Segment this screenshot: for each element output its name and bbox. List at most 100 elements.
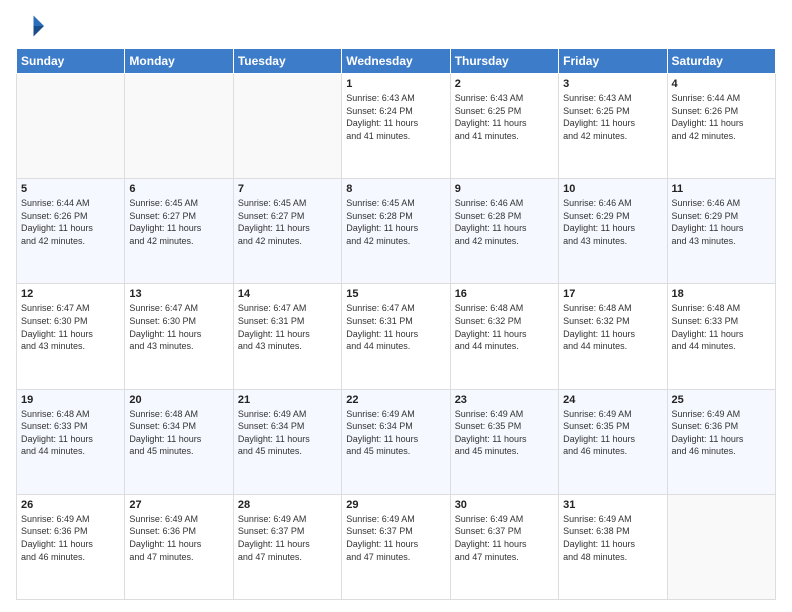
day-cell: 2 Sunrise: 6:43 AM Sunset: 6:25 PM Daylig… bbox=[450, 74, 558, 179]
day-info: Sunrise: 6:49 AM Sunset: 6:36 PM Dayligh… bbox=[21, 513, 120, 563]
day-cell: 31 Sunrise: 6:49 AM Sunset: 6:38 PM Dayli… bbox=[559, 494, 667, 599]
logo-icon bbox=[16, 12, 44, 40]
day-info: Sunrise: 6:44 AM Sunset: 6:26 PM Dayligh… bbox=[672, 92, 771, 142]
weekday-header-row: SundayMondayTuesdayWednesdayThursdayFrid… bbox=[17, 49, 776, 74]
day-number: 8 bbox=[346, 183, 445, 195]
day-cell: 14 Sunrise: 6:47 AM Sunset: 6:31 PM Dayli… bbox=[233, 284, 341, 389]
day-cell: 19 Sunrise: 6:48 AM Sunset: 6:33 PM Dayli… bbox=[17, 389, 125, 494]
day-info: Sunrise: 6:46 AM Sunset: 6:29 PM Dayligh… bbox=[563, 197, 662, 247]
day-cell bbox=[233, 74, 341, 179]
day-info: Sunrise: 6:48 AM Sunset: 6:32 PM Dayligh… bbox=[563, 302, 662, 352]
day-number: 27 bbox=[129, 499, 228, 511]
day-number: 10 bbox=[563, 183, 662, 195]
day-number: 2 bbox=[455, 78, 554, 90]
weekday-header-friday: Friday bbox=[559, 49, 667, 74]
day-info: Sunrise: 6:48 AM Sunset: 6:34 PM Dayligh… bbox=[129, 408, 228, 458]
day-info: Sunrise: 6:49 AM Sunset: 6:34 PM Dayligh… bbox=[238, 408, 337, 458]
week-row-3: 19 Sunrise: 6:48 AM Sunset: 6:33 PM Dayli… bbox=[17, 389, 776, 494]
day-cell bbox=[17, 74, 125, 179]
day-info: Sunrise: 6:48 AM Sunset: 6:33 PM Dayligh… bbox=[672, 302, 771, 352]
weekday-header-thursday: Thursday bbox=[450, 49, 558, 74]
day-cell: 23 Sunrise: 6:49 AM Sunset: 6:35 PM Dayli… bbox=[450, 389, 558, 494]
day-cell: 13 Sunrise: 6:47 AM Sunset: 6:30 PM Dayli… bbox=[125, 284, 233, 389]
day-info: Sunrise: 6:49 AM Sunset: 6:35 PM Dayligh… bbox=[455, 408, 554, 458]
day-cell bbox=[125, 74, 233, 179]
day-cell bbox=[667, 494, 775, 599]
day-info: Sunrise: 6:47 AM Sunset: 6:30 PM Dayligh… bbox=[129, 302, 228, 352]
day-info: Sunrise: 6:49 AM Sunset: 6:38 PM Dayligh… bbox=[563, 513, 662, 563]
day-cell: 16Sunrise: 6:48 AM Sunset: 6:32 PM Dayli… bbox=[450, 284, 558, 389]
day-info: Sunrise: 6:45 AM Sunset: 6:28 PM Dayligh… bbox=[346, 197, 445, 247]
day-cell: 5 Sunrise: 6:44 AM Sunset: 6:26 PM Daylig… bbox=[17, 179, 125, 284]
day-cell: 17Sunrise: 6:48 AM Sunset: 6:32 PM Dayli… bbox=[559, 284, 667, 389]
day-cell: 3Sunrise: 6:43 AM Sunset: 6:25 PM Daylig… bbox=[559, 74, 667, 179]
day-info: Sunrise: 6:43 AM Sunset: 6:25 PM Dayligh… bbox=[455, 92, 554, 142]
day-number: 1 bbox=[346, 78, 445, 90]
logo bbox=[16, 12, 48, 40]
day-info: Sunrise: 6:46 AM Sunset: 6:29 PM Dayligh… bbox=[672, 197, 771, 247]
day-cell: 18 Sunrise: 6:48 AM Sunset: 6:33 PM Dayli… bbox=[667, 284, 775, 389]
day-number: 6 bbox=[129, 183, 228, 195]
day-info: Sunrise: 6:47 AM Sunset: 6:31 PM Dayligh… bbox=[238, 302, 337, 352]
day-cell: 8 Sunrise: 6:45 AM Sunset: 6:28 PM Daylig… bbox=[342, 179, 450, 284]
day-info: Sunrise: 6:48 AM Sunset: 6:32 PM Dayligh… bbox=[455, 302, 554, 352]
day-number: 5 bbox=[21, 183, 120, 195]
day-cell: 10 Sunrise: 6:46 AM Sunset: 6:29 PM Dayli… bbox=[559, 179, 667, 284]
day-number: 18 bbox=[672, 288, 771, 300]
day-info: Sunrise: 6:48 AM Sunset: 6:33 PM Dayligh… bbox=[21, 408, 120, 458]
day-number: 21 bbox=[238, 394, 337, 406]
day-number: 19 bbox=[21, 394, 120, 406]
day-number: 11 bbox=[672, 183, 771, 195]
day-number: 12 bbox=[21, 288, 120, 300]
day-cell: 7 Sunrise: 6:45 AM Sunset: 6:27 PM Daylig… bbox=[233, 179, 341, 284]
day-number: 7 bbox=[238, 183, 337, 195]
week-row-2: 12 Sunrise: 6:47 AM Sunset: 6:30 PM Dayli… bbox=[17, 284, 776, 389]
day-info: Sunrise: 6:45 AM Sunset: 6:27 PM Dayligh… bbox=[129, 197, 228, 247]
page: SundayMondayTuesdayWednesdayThursdayFrid… bbox=[0, 0, 792, 612]
day-cell: 20 Sunrise: 6:48 AM Sunset: 6:34 PM Dayli… bbox=[125, 389, 233, 494]
day-info: Sunrise: 6:49 AM Sunset: 6:37 PM Dayligh… bbox=[346, 513, 445, 563]
day-cell: 30 Sunrise: 6:49 AM Sunset: 6:37 PM Dayli… bbox=[450, 494, 558, 599]
week-row-0: 1Sunrise: 6:43 AM Sunset: 6:24 PM Daylig… bbox=[17, 74, 776, 179]
day-cell: 15Sunrise: 6:47 AM Sunset: 6:31 PM Dayli… bbox=[342, 284, 450, 389]
day-info: Sunrise: 6:49 AM Sunset: 6:36 PM Dayligh… bbox=[672, 408, 771, 458]
day-number: 30 bbox=[455, 499, 554, 511]
day-number: 13 bbox=[129, 288, 228, 300]
day-cell: 26 Sunrise: 6:49 AM Sunset: 6:36 PM Dayli… bbox=[17, 494, 125, 599]
day-cell: 29 Sunrise: 6:49 AM Sunset: 6:37 PM Dayli… bbox=[342, 494, 450, 599]
day-info: Sunrise: 6:47 AM Sunset: 6:31 PM Dayligh… bbox=[346, 302, 445, 352]
day-cell: 6 Sunrise: 6:45 AM Sunset: 6:27 PM Daylig… bbox=[125, 179, 233, 284]
day-number: 4 bbox=[672, 78, 771, 90]
day-info: Sunrise: 6:44 AM Sunset: 6:26 PM Dayligh… bbox=[21, 197, 120, 247]
day-number: 28 bbox=[238, 499, 337, 511]
day-cell: 12 Sunrise: 6:47 AM Sunset: 6:30 PM Dayli… bbox=[17, 284, 125, 389]
week-row-4: 26 Sunrise: 6:49 AM Sunset: 6:36 PM Dayli… bbox=[17, 494, 776, 599]
day-number: 31 bbox=[563, 499, 662, 511]
day-cell: 27 Sunrise: 6:49 AM Sunset: 6:36 PM Dayli… bbox=[125, 494, 233, 599]
day-cell: 22Sunrise: 6:49 AM Sunset: 6:34 PM Dayli… bbox=[342, 389, 450, 494]
day-cell: 28Sunrise: 6:49 AM Sunset: 6:37 PM Dayli… bbox=[233, 494, 341, 599]
day-cell: 25 Sunrise: 6:49 AM Sunset: 6:36 PM Dayli… bbox=[667, 389, 775, 494]
day-info: Sunrise: 6:47 AM Sunset: 6:30 PM Dayligh… bbox=[21, 302, 120, 352]
day-number: 20 bbox=[129, 394, 228, 406]
day-number: 23 bbox=[455, 394, 554, 406]
day-info: Sunrise: 6:45 AM Sunset: 6:27 PM Dayligh… bbox=[238, 197, 337, 247]
day-cell: 9Sunrise: 6:46 AM Sunset: 6:28 PM Daylig… bbox=[450, 179, 558, 284]
calendar-table: SundayMondayTuesdayWednesdayThursdayFrid… bbox=[16, 48, 776, 600]
day-number: 29 bbox=[346, 499, 445, 511]
day-number: 9 bbox=[455, 183, 554, 195]
day-cell: 1Sunrise: 6:43 AM Sunset: 6:24 PM Daylig… bbox=[342, 74, 450, 179]
weekday-header-wednesday: Wednesday bbox=[342, 49, 450, 74]
day-number: 14 bbox=[238, 288, 337, 300]
day-number: 25 bbox=[672, 394, 771, 406]
header bbox=[16, 12, 776, 40]
weekday-header-sunday: Sunday bbox=[17, 49, 125, 74]
day-cell: 11 Sunrise: 6:46 AM Sunset: 6:29 PM Dayli… bbox=[667, 179, 775, 284]
day-info: Sunrise: 6:49 AM Sunset: 6:36 PM Dayligh… bbox=[129, 513, 228, 563]
day-cell: 24Sunrise: 6:49 AM Sunset: 6:35 PM Dayli… bbox=[559, 389, 667, 494]
day-info: Sunrise: 6:49 AM Sunset: 6:37 PM Dayligh… bbox=[455, 513, 554, 563]
day-number: 26 bbox=[21, 499, 120, 511]
day-info: Sunrise: 6:49 AM Sunset: 6:34 PM Dayligh… bbox=[346, 408, 445, 458]
day-cell: 21 Sunrise: 6:49 AM Sunset: 6:34 PM Dayli… bbox=[233, 389, 341, 494]
week-row-1: 5 Sunrise: 6:44 AM Sunset: 6:26 PM Daylig… bbox=[17, 179, 776, 284]
